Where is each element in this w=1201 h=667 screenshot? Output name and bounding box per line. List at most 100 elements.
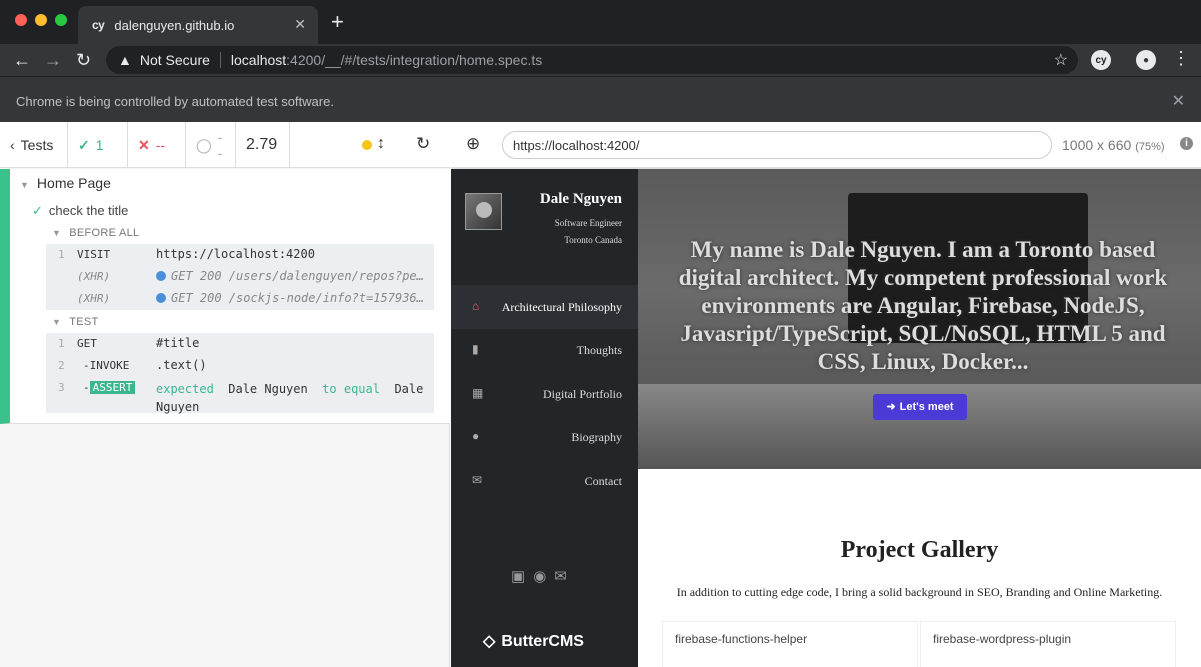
command-xhr[interactable]: (XHR) GET 200 /users/dalenguyen/repos?pe… [46, 266, 434, 288]
passed-check-icon: ✓ [32, 203, 43, 218]
project-name: firebase-functions-helper [675, 632, 808, 646]
command-invoke[interactable]: 2 -INVOKE .text() [46, 355, 434, 377]
automation-infobar: Chrome is being controlled by automated … [0, 76, 1201, 122]
address-bar[interactable]: ▲ Not Secure localhost:4200/__/#/tests/i… [106, 46, 1078, 74]
command-number: 1 [58, 248, 65, 261]
command-assert[interactable]: 3 - ASSERT expected Dale Nguyen to equal … [46, 377, 434, 415]
app-under-test: ⊕ https://localhost:4200/ 1000 x 660 (75… [451, 122, 1201, 667]
assert-text: expected [156, 382, 214, 396]
back-icon[interactable]: ← [13, 49, 31, 71]
reporter-panel: ‹ Tests ✓ 1 ✕ -- ◯ -- 2.79 ↕ ↻ ▼ Home Pag… [0, 122, 450, 667]
nav-label: Biography [571, 430, 622, 444]
menu-icon[interactable]: ⋮ [1172, 47, 1190, 69]
viewport-dimensions: 1000 x 660 [1062, 137, 1132, 153]
suite-title[interactable]: ▼ Home Page [20, 175, 111, 191]
test-label: check the title [48, 203, 129, 218]
test-runnable: ▼ Home Page ✓ check the title ▼ BEFORE ALL … [0, 169, 450, 424]
nav-item-architectural-philosophy[interactable]: ⌂ Architectural Philosophy [451, 285, 638, 329]
nav-item-thoughts[interactable]: ▮ Thoughts [451, 328, 638, 372]
assert-text: to equal [322, 382, 380, 396]
social-links: ▣ ◉ ✉ [511, 567, 567, 586]
selector-playground-icon[interactable]: ⊕ [466, 134, 480, 154]
nav-label: Architectural Philosophy [501, 300, 622, 314]
hook-before-all[interactable]: ▼ BEFORE ALL [52, 227, 139, 239]
status-dot-icon [362, 140, 372, 150]
command-get[interactable]: 1 GET #title [46, 333, 434, 355]
assert-expected: Nguyen [156, 400, 200, 414]
project-card[interactable]: firebase-wordpress-plugin [920, 621, 1176, 667]
assert-message: expected Dale Nguyen to equal Dale Nguye… [156, 380, 426, 416]
window-controls [15, 14, 67, 26]
buttercms-logo[interactable]: ◇ ButterCMS [483, 631, 584, 651]
aut-url[interactable]: https://localhost:4200/ [502, 131, 1052, 159]
duration: 2.79 [236, 122, 290, 168]
command-number: 1 [58, 337, 65, 350]
linkedin-icon[interactable]: ▣ [511, 567, 525, 586]
tab-title: dalenguyen.github.io [114, 17, 235, 33]
home-icon: ⌂ [472, 299, 480, 313]
info-icon[interactable]: i [1180, 137, 1193, 150]
rerun-icon[interactable]: ↻ [416, 134, 430, 154]
new-tab-button[interactable]: + [331, 10, 344, 34]
command-name: (XHR) [77, 270, 111, 283]
tests-button[interactable]: ‹ Tests [0, 122, 68, 168]
site-sidebar: Dale Nguyen Software Engineer Toronto Ca… [451, 169, 638, 667]
nav-item-biography[interactable]: ● Biography [451, 415, 638, 459]
profile-icon[interactable]: ● [1136, 50, 1156, 70]
url-host: localhost [230, 52, 287, 68]
infobar-text: Chrome is being controlled by automated … [16, 94, 334, 109]
hero-text: My name is Dale Nguyen. I am a Toronto b… [678, 237, 1168, 374]
email-icon[interactable]: ✉ [554, 567, 567, 586]
command-number: 2 [58, 359, 65, 372]
hook-test[interactable]: ▼ TEST [52, 316, 99, 328]
lets-meet-button[interactable]: ➜ Let's meet [873, 394, 967, 420]
command-message: GET 200 /sockjs-node/info?t=157936… [171, 291, 424, 305]
viewport-size: 1000 x 660 (75%) [1062, 137, 1165, 153]
test-title[interactable]: ✓ check the title [32, 203, 128, 219]
envelope-icon: ✉ [472, 473, 483, 487]
command-xhr[interactable]: (XHR) GET 200 /sockjs-node/info?t=157936… [46, 288, 434, 310]
github-icon[interactable]: ◉ [533, 567, 546, 586]
book-icon: ▮ [472, 342, 479, 356]
nav-label: Digital Portfolio [543, 387, 622, 401]
aut-header: ⊕ https://localhost:4200/ 1000 x 660 (75… [451, 122, 1201, 168]
buttercms-label: ButterCMS [501, 633, 584, 650]
expand-triangle-icon: ▼ [52, 317, 62, 327]
nav-item-digital-portfolio[interactable]: ▦ Digital Portfolio [451, 372, 638, 416]
gallery-subtitle: In addition to cutting edge code, I brin… [676, 585, 1163, 599]
project-card[interactable]: firebase-functions-helper [662, 621, 918, 667]
bookmark-star-icon[interactable]: ☆ [1054, 50, 1068, 70]
close-tab-icon[interactable]: ✕ [294, 16, 306, 33]
browser-tab[interactable]: cy dalenguyen.github.io ✕ [78, 6, 318, 44]
chevron-left-icon: ‹ [10, 137, 15, 153]
expand-triangle-icon: ▼ [52, 228, 62, 238]
command-number: 3 [58, 381, 65, 394]
minimize-window-button[interactable] [35, 14, 47, 26]
warning-icon: ▲ [118, 52, 132, 68]
user-icon: ● [472, 429, 480, 443]
address-divider [219, 52, 221, 68]
scroll-toggle-icon[interactable]: ↕ [377, 135, 385, 153]
security-status: Not Secure [139, 52, 210, 68]
close-window-button[interactable] [15, 14, 27, 26]
command-name: -INVOKE [83, 359, 130, 372]
grid-icon: ▦ [472, 386, 484, 400]
hook-label: TEST [69, 316, 99, 328]
assert-badge: ASSERT [89, 381, 136, 394]
cypress-icon: cy [92, 18, 105, 32]
maximize-window-button[interactable] [55, 14, 67, 26]
close-infobar-icon[interactable]: ✕ [1172, 91, 1185, 111]
cypress-runner: ‹ Tests ✓ 1 ✕ -- ◯ -- 2.79 ↕ ↻ ▼ Home Pag… [0, 122, 1201, 667]
browser-tab-bar: cy dalenguyen.github.io ✕ + [0, 0, 1201, 44]
pending-circle-icon: ◯ [196, 136, 212, 153]
reload-icon[interactable]: ↻ [76, 49, 91, 71]
command-visit[interactable]: 1 VISIT https://localhost:4200 [46, 244, 434, 266]
arrow-circle-icon: ➜ [886, 401, 896, 413]
url-path: :4200/__/#/tests/integration/home.spec.t… [286, 52, 543, 68]
project-name: firebase-wordpress-plugin [933, 632, 1072, 646]
command-name: GET [77, 337, 97, 350]
forward-icon[interactable]: → [44, 49, 62, 71]
nav-item-contact[interactable]: ✉ Contact [451, 459, 638, 503]
cypress-extension-icon[interactable]: cy [1091, 50, 1111, 70]
website-preview: Dale Nguyen Software Engineer Toronto Ca… [451, 169, 1201, 667]
